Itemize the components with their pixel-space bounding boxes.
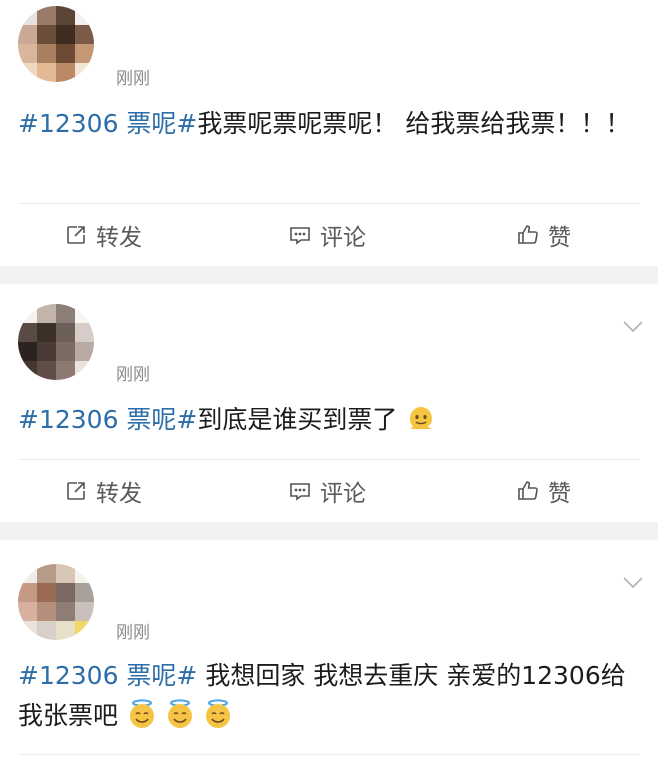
comment-label: 评论 — [320, 225, 366, 251]
post-time: 刚刚 — [116, 623, 150, 643]
repost-icon — [67, 226, 85, 244]
repost-button[interactable]: 转发 — [64, 206, 142, 264]
weibo-feed: 刚刚 #12306 票呢#我票呢票呢票呢！ 给我票给我票！！！ 转发 评论 赞 … — [0, 0, 658, 763]
action-bar: 转发 评论 赞 — [0, 206, 658, 266]
repost-label: 转发 — [96, 225, 142, 251]
comment-button[interactable]: 评论 — [288, 462, 366, 520]
post-content: #12306 票呢#到底是谁买到票了 — [18, 400, 640, 440]
repost-icon — [67, 482, 85, 500]
comment-icon — [290, 483, 310, 501]
topic-link[interactable]: #12306 票呢# — [18, 661, 197, 690]
like-label: 赞 — [548, 481, 571, 507]
divider — [18, 459, 640, 460]
avatar[interactable] — [18, 6, 94, 82]
repost-label: 转发 — [96, 481, 142, 507]
divider — [18, 754, 640, 755]
repost-button[interactable]: 转发 — [64, 462, 142, 520]
post-content: #12306 票呢#我票呢票呢票呢！ 给我票给我票！！！ — [18, 104, 640, 144]
melting-face-icon — [409, 407, 434, 429]
like-button[interactable]: 赞 — [516, 462, 571, 520]
like-button[interactable]: 赞 — [516, 206, 571, 264]
post[interactable]: 刚刚 #12306 票呢#到底是谁买到票了 转发 评论 赞 — [0, 284, 658, 522]
smiling-face-with-halo-icon — [167, 699, 192, 728]
comment-label: 评论 — [320, 481, 366, 507]
post-text: 我票呢票呢票呢！ 给我票给我票！！！ — [197, 109, 631, 138]
post-text: 到底是谁买到票了 — [197, 405, 398, 434]
post-time: 刚刚 — [116, 69, 150, 89]
topic-link[interactable]: #12306 票呢# — [18, 405, 197, 434]
avatar[interactable] — [18, 564, 94, 640]
like-label: 赞 — [548, 225, 571, 251]
post[interactable]: 刚刚 #12306 票呢# 我想回家 我想去重庆 亲爱的12306给我张票吧 — [0, 540, 658, 763]
smiling-face-with-halo-icon — [129, 699, 154, 728]
topic-link[interactable]: #12306 票呢# — [18, 109, 197, 138]
comment-button[interactable]: 评论 — [288, 206, 366, 264]
thumbs-up-icon — [518, 225, 538, 244]
feed-separator — [0, 522, 658, 540]
chevron-down-icon[interactable] — [622, 576, 644, 590]
comment-icon — [290, 227, 310, 245]
chevron-down-icon[interactable] — [622, 320, 644, 334]
post[interactable]: 刚刚 #12306 票呢#我票呢票呢票呢！ 给我票给我票！！！ 转发 评论 赞 — [0, 0, 658, 266]
avatar[interactable] — [18, 304, 94, 380]
thumbs-up-icon — [518, 481, 538, 500]
post-content: #12306 票呢# 我想回家 我想去重庆 亲爱的12306给我张票吧 — [18, 656, 640, 736]
post-time: 刚刚 — [116, 365, 150, 385]
divider — [18, 203, 640, 204]
action-bar: 转发 评论 赞 — [0, 462, 658, 522]
feed-separator — [0, 266, 658, 284]
smiling-face-with-halo-icon — [205, 699, 230, 728]
